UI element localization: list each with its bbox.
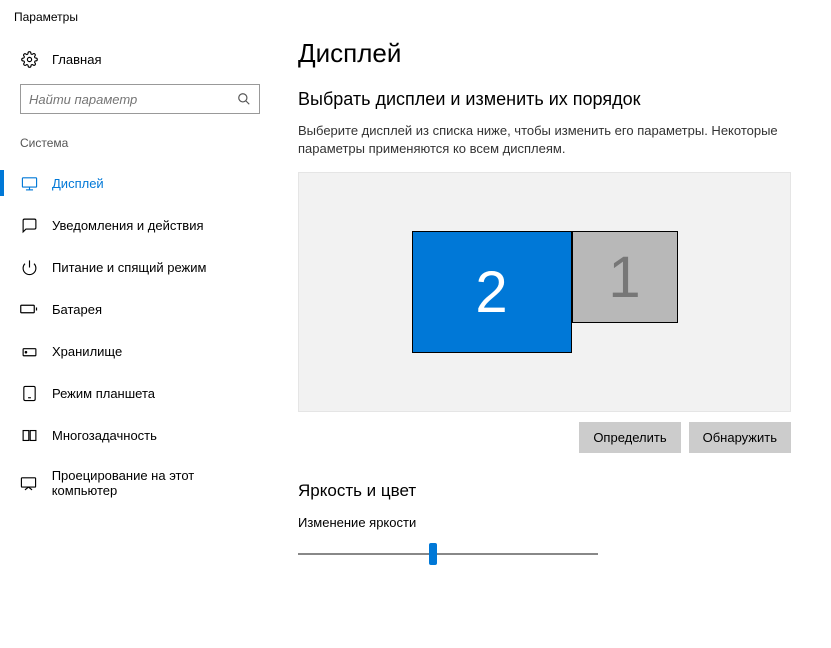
section-label: Система <box>0 136 280 162</box>
sidebar-item-label: Питание и спящий режим <box>52 260 206 275</box>
storage-icon <box>20 342 38 360</box>
search-box[interactable] <box>20 84 260 114</box>
power-icon <box>20 258 38 276</box>
identify-button[interactable]: Определить <box>579 422 680 453</box>
search-icon <box>229 92 259 106</box>
chat-icon <box>20 216 38 234</box>
nav-list: Дисплей Уведомления и действия Питание и… <box>0 162 280 510</box>
detect-button[interactable]: Обнаружить <box>689 422 791 453</box>
sidebar-item-tablet[interactable]: Режим планшета <box>0 372 280 414</box>
tablet-icon <box>20 384 38 402</box>
sidebar-item-label: Хранилище <box>52 344 122 359</box>
sidebar-item-label: Батарея <box>52 302 102 317</box>
content-area: Главная Система Дисплей <box>0 30 831 648</box>
monitor-2[interactable]: 2 <box>412 231 572 353</box>
sidebar-item-notifications[interactable]: Уведомления и действия <box>0 204 280 246</box>
sidebar-item-projecting[interactable]: Проецирование на этот компьютер <box>0 456 280 510</box>
display-buttons: Определить Обнаружить <box>298 422 791 453</box>
brightness-slider[interactable] <box>298 542 598 566</box>
sidebar: Главная Система Дисплей <box>0 30 280 648</box>
arrange-heading: Выбрать дисплеи и изменить их порядок <box>298 89 791 110</box>
arrange-description: Выберите дисплей из списка ниже, чтобы и… <box>298 122 791 158</box>
home-link[interactable]: Главная <box>0 44 280 84</box>
display-arrange-area[interactable]: 2 1 <box>298 172 791 412</box>
display-icon <box>20 174 38 192</box>
slider-track <box>298 553 598 555</box>
monitor-1[interactable]: 1 <box>572 231 678 323</box>
main-panel: Дисплей Выбрать дисплеи и изменить их по… <box>280 30 831 648</box>
brightness-heading: Яркость и цвет <box>298 481 791 501</box>
sidebar-item-label: Многозадачность <box>52 428 157 443</box>
sidebar-item-storage[interactable]: Хранилище <box>0 330 280 372</box>
sidebar-item-label: Уведомления и действия <box>52 218 204 233</box>
sidebar-item-power[interactable]: Питание и спящий режим <box>0 246 280 288</box>
battery-icon <box>20 300 38 318</box>
sidebar-item-battery[interactable]: Батарея <box>0 288 280 330</box>
page-title: Дисплей <box>298 38 791 69</box>
home-label: Главная <box>52 52 101 67</box>
brightness-label: Изменение яркости <box>298 515 791 530</box>
sidebar-item-label: Режим планшета <box>52 386 155 401</box>
gear-icon <box>20 50 38 68</box>
window-title: Параметры <box>0 0 831 30</box>
multitask-icon <box>20 426 38 444</box>
sidebar-item-multitask[interactable]: Многозадачность <box>0 414 280 456</box>
slider-thumb[interactable] <box>429 543 437 565</box>
project-icon <box>20 474 38 492</box>
sidebar-item-label: Дисплей <box>52 176 104 191</box>
sidebar-item-display[interactable]: Дисплей <box>0 162 280 204</box>
sidebar-item-label: Проецирование на этот компьютер <box>52 468 260 498</box>
search-input[interactable] <box>21 85 229 113</box>
